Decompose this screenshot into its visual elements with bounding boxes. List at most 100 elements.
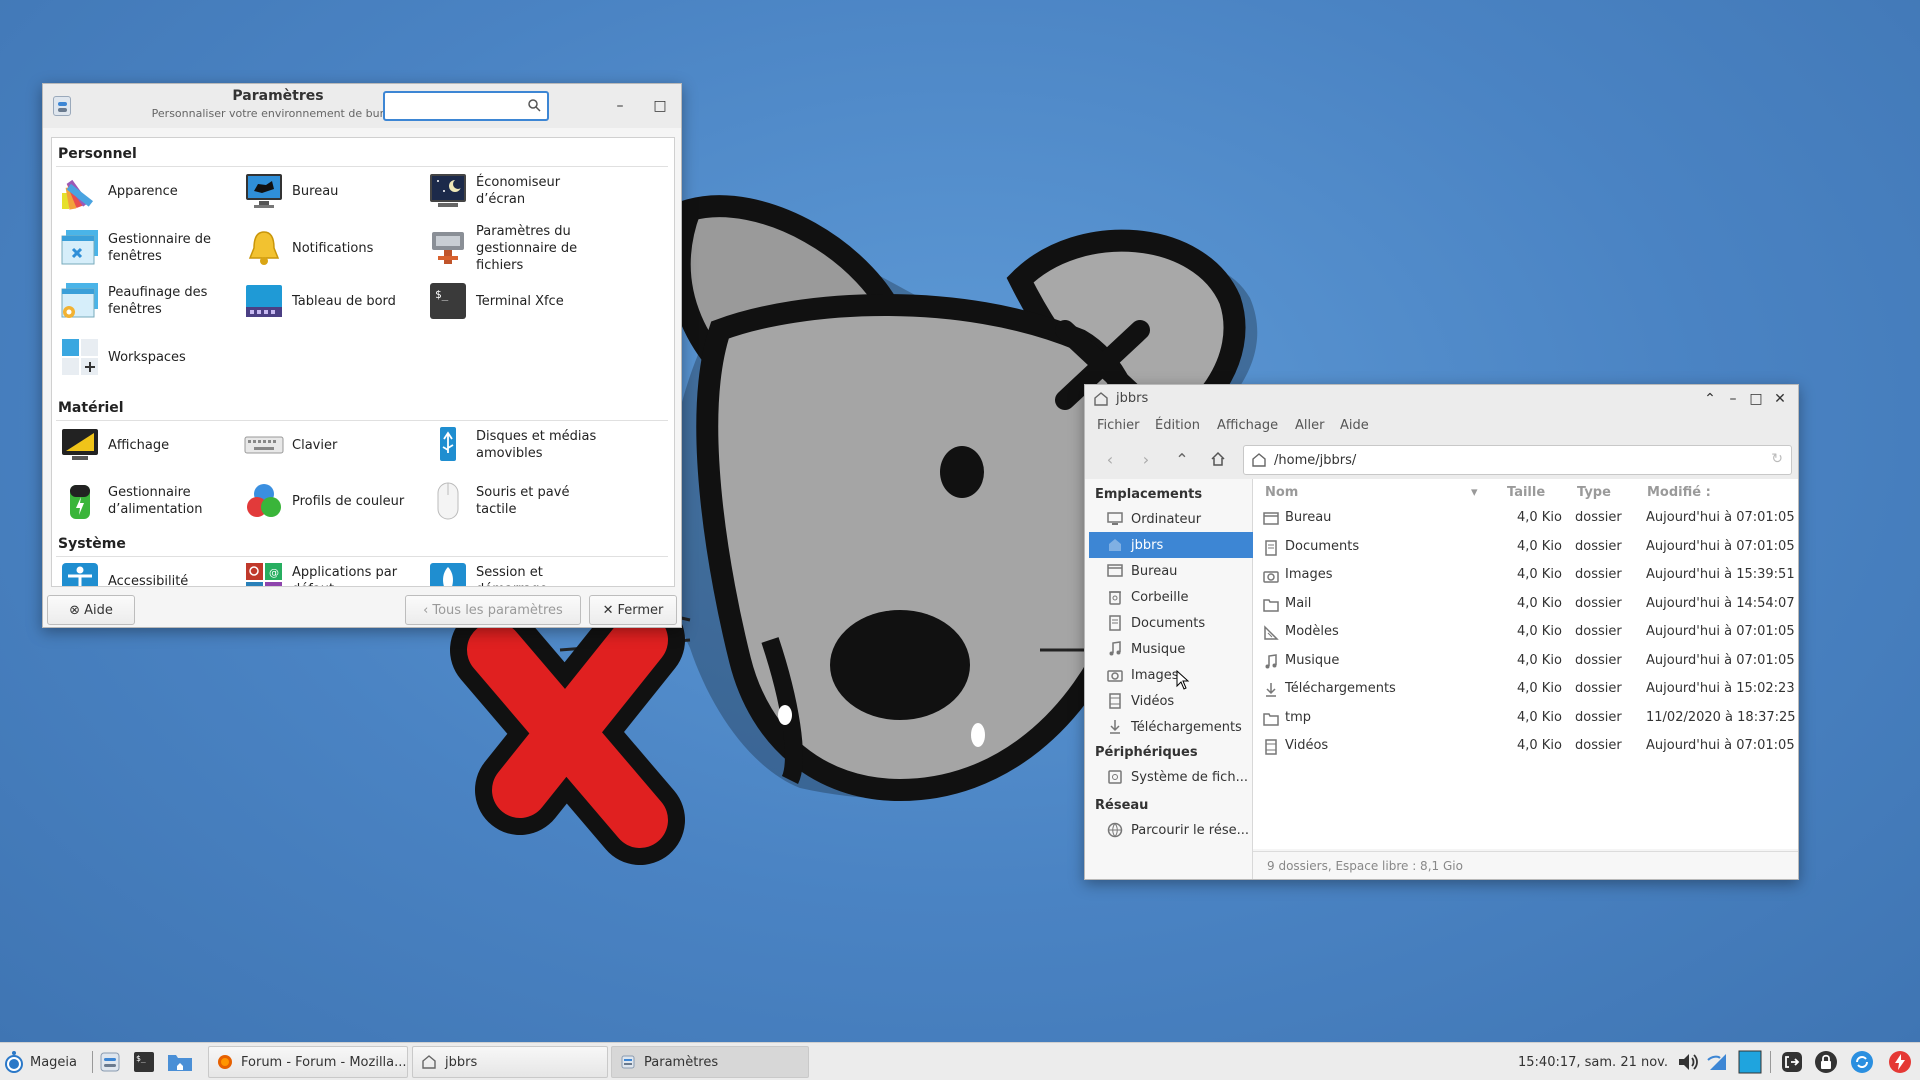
settings-item-souris[interactable]: Souris et pavé tactile (428, 478, 612, 524)
workspace-switcher-icon[interactable] (1738, 1050, 1762, 1074)
table-row[interactable]: Modèles 4,0 Kio dossier Aujourd'hui à 07:01… (1253, 619, 1798, 647)
settings-item-alimentation[interactable]: Gestionnaire d’alimentation (60, 478, 244, 524)
menu-edition[interactable]: Édition (1155, 418, 1200, 433)
sidebar-item-label: Corbeille (1131, 589, 1189, 605)
settings-item-applications-defaut[interactable]: @ Applications par défaut (244, 558, 428, 586)
sidebar: Emplacements Ordinateur jbbrs Bureau Cor… (1085, 479, 1253, 879)
reload-icon[interactable]: ↻ (1771, 451, 1783, 467)
settings-item-disques[interactable]: Disques et médias amovibles (428, 422, 612, 468)
settings-item-clavier[interactable]: Clavier (244, 422, 428, 468)
downloads-folder-icon (1266, 683, 1276, 697)
sidebar-item-parcourir-reseau[interactable]: Parcourir le rése... (1089, 817, 1253, 843)
sidebar-item-jbbrs[interactable]: jbbrs (1089, 532, 1253, 558)
launcher-settings[interactable] (98, 1046, 126, 1078)
close-button[interactable]: ✕ Fermer (589, 595, 677, 625)
sidebar-item-videos[interactable]: Vidéos (1089, 688, 1253, 714)
forward-arrow-icon[interactable]: › (1133, 447, 1159, 471)
settings-item-apparence[interactable]: Apparence (60, 168, 244, 214)
settings-item-gestionnaire-fenetres[interactable]: Gestionnaire de fenêtres (60, 220, 244, 276)
launcher-terminal[interactable]: $_ (132, 1046, 160, 1078)
table-row[interactable]: Bureau 4,0 Kio dossier Aujourd'hui à 07:01:… (1253, 505, 1798, 533)
file-size: 4,0 Kio (1517, 595, 1562, 611)
file-name: Modèles (1285, 624, 1339, 639)
back-arrow-icon[interactable]: ‹ (1097, 447, 1123, 471)
task-file-manager[interactable]: jbbrs (412, 1046, 608, 1078)
all-settings-button[interactable]: ‹ Tous les paramètres (405, 595, 581, 625)
settings-item-terminal[interactable]: $_ Terminal Xfce (428, 278, 612, 324)
settings-item-affichage[interactable]: Affichage (60, 422, 244, 468)
power-icon[interactable] (1888, 1050, 1912, 1074)
file-manager-window: jbbrs ⌃ – □ ✕ Fichier Édition Affichage … (1084, 384, 1799, 880)
settings-item-tableau-de-bord[interactable]: Tableau de bord (244, 278, 428, 324)
settings-item-param-gestionnaire-fichiers[interactable]: Paramètres du gestionnaire de fichiers (428, 220, 612, 276)
chevron-left-icon: ‹ (423, 602, 429, 618)
minimize-icon[interactable]: – (609, 95, 631, 117)
launcher-file-manager[interactable] (166, 1046, 200, 1078)
maximize-icon[interactable]: □ (649, 95, 671, 117)
sidebar-item-label: Ordinateur (1131, 511, 1202, 527)
home-folder-icon (1107, 537, 1123, 553)
settings-search-box[interactable] (383, 91, 549, 121)
parent-folder-icon[interactable]: ⌃ (1169, 447, 1195, 471)
terminal-icon: $_ (428, 281, 468, 321)
settings-search-input[interactable] (389, 97, 519, 117)
settings-item-economiseur[interactable]: Économiseur d’écran (428, 168, 612, 214)
volume-icon[interactable] (1676, 1050, 1700, 1074)
column-header-modified[interactable]: Modifié : (1647, 485, 1711, 500)
documents-folder-icon (1265, 539, 1277, 556)
svg-text:$_: $_ (136, 1054, 146, 1063)
settings-item-profils-couleur[interactable]: Profils de couleur (244, 478, 428, 524)
file-name: Images (1285, 567, 1333, 582)
lock-icon[interactable] (1814, 1050, 1838, 1074)
table-row[interactable]: Téléchargements 4,0 Kio dossier Aujourd'hui… (1253, 676, 1798, 704)
sidebar-item-systeme-fichiers[interactable]: Système de fich... (1089, 764, 1253, 790)
task-settings[interactable]: Paramètres (611, 1046, 809, 1078)
table-row[interactable]: Vidéos 4,0 Kio dossier Aujourd'hui à 07:01:… (1253, 733, 1798, 761)
logout-icon[interactable] (1780, 1050, 1804, 1074)
minimize-icon[interactable]: – (1722, 388, 1744, 410)
maximize-icon[interactable]: □ (1745, 388, 1767, 410)
settings-item-accessibilite[interactable]: Accessibilité (60, 558, 244, 587)
settings-item-bureau[interactable]: Bureau (244, 168, 428, 214)
settings-item-session[interactable]: Session et démarrage (428, 558, 612, 586)
sidebar-item-corbeille[interactable]: Corbeille (1089, 584, 1253, 610)
settings-item-label: Accessibilité (108, 573, 189, 587)
sidebar-item-musique[interactable]: Musique (1089, 636, 1253, 662)
close-icon[interactable]: ✕ (1769, 388, 1791, 410)
window-tweaks-icon (60, 281, 100, 321)
task-firefox[interactable]: Forum - Forum - Mozilla... (208, 1046, 408, 1078)
table-row[interactable]: Musique 4,0 Kio dossier Aujourd'hui à 07:01… (1253, 648, 1798, 676)
desktop-folder-icon (1263, 512, 1279, 525)
sidebar-item-documents[interactable]: Documents (1089, 610, 1253, 636)
sidebar-item-bureau[interactable]: Bureau (1089, 558, 1253, 584)
menu-fichier[interactable]: Fichier (1097, 418, 1140, 433)
network-status-icon[interactable] (1706, 1050, 1730, 1074)
sort-chevron-down-icon[interactable]: ▾ (1471, 485, 1478, 500)
sidebar-item-ordinateur[interactable]: Ordinateur (1089, 506, 1253, 532)
table-row[interactable]: Documents 4,0 Kio dossier Aujourd'hui à 07:… (1253, 534, 1798, 562)
settings-titlebar[interactable]: Paramètres Personnaliser votre environne… (43, 84, 681, 128)
chevron-up-icon[interactable]: ⌃ (1699, 388, 1721, 410)
home-button[interactable] (1205, 447, 1231, 471)
column-header-name[interactable]: Nom (1265, 485, 1298, 500)
settings-item-peaufinage[interactable]: Peaufinage des fenêtres (60, 278, 244, 324)
column-header-type[interactable]: Type (1577, 485, 1611, 500)
menu-aller[interactable]: Aller (1295, 418, 1324, 433)
update-icon[interactable] (1850, 1050, 1874, 1074)
sidebar-item-images[interactable]: Images (1089, 662, 1253, 688)
column-header-size[interactable]: Taille (1507, 485, 1545, 500)
clock[interactable]: 15:40:17, sam. 21 nov. (1518, 1046, 1668, 1078)
location-bar[interactable]: /home/jbbrs/ ↻ (1243, 445, 1792, 475)
help-button[interactable]: ⊗ Aide (47, 595, 135, 625)
table-row[interactable]: Mail 4,0 Kio dossier Aujourd'hui à 14:54:07 (1253, 591, 1798, 619)
settings-item-label: Clavier (292, 437, 338, 453)
mageia-menu-button[interactable]: Mageia (2, 1046, 90, 1078)
menu-aide[interactable]: Aide (1340, 418, 1369, 433)
menu-affichage[interactable]: Affichage (1217, 418, 1278, 433)
table-row[interactable]: tmp 4,0 Kio dossier 11/02/2020 à 18:37:25 (1253, 705, 1798, 733)
sidebar-item-telechargements[interactable]: Téléchargements (1089, 714, 1253, 740)
table-row[interactable]: Images 4,0 Kio dossier Aujourd'hui à 15:39:… (1253, 562, 1798, 590)
file-manager-titlebar[interactable]: jbbrs ⌃ – □ ✕ (1085, 385, 1798, 413)
settings-item-workspaces[interactable]: Workspaces (60, 334, 244, 380)
settings-item-notifications[interactable]: Notifications (244, 220, 428, 276)
